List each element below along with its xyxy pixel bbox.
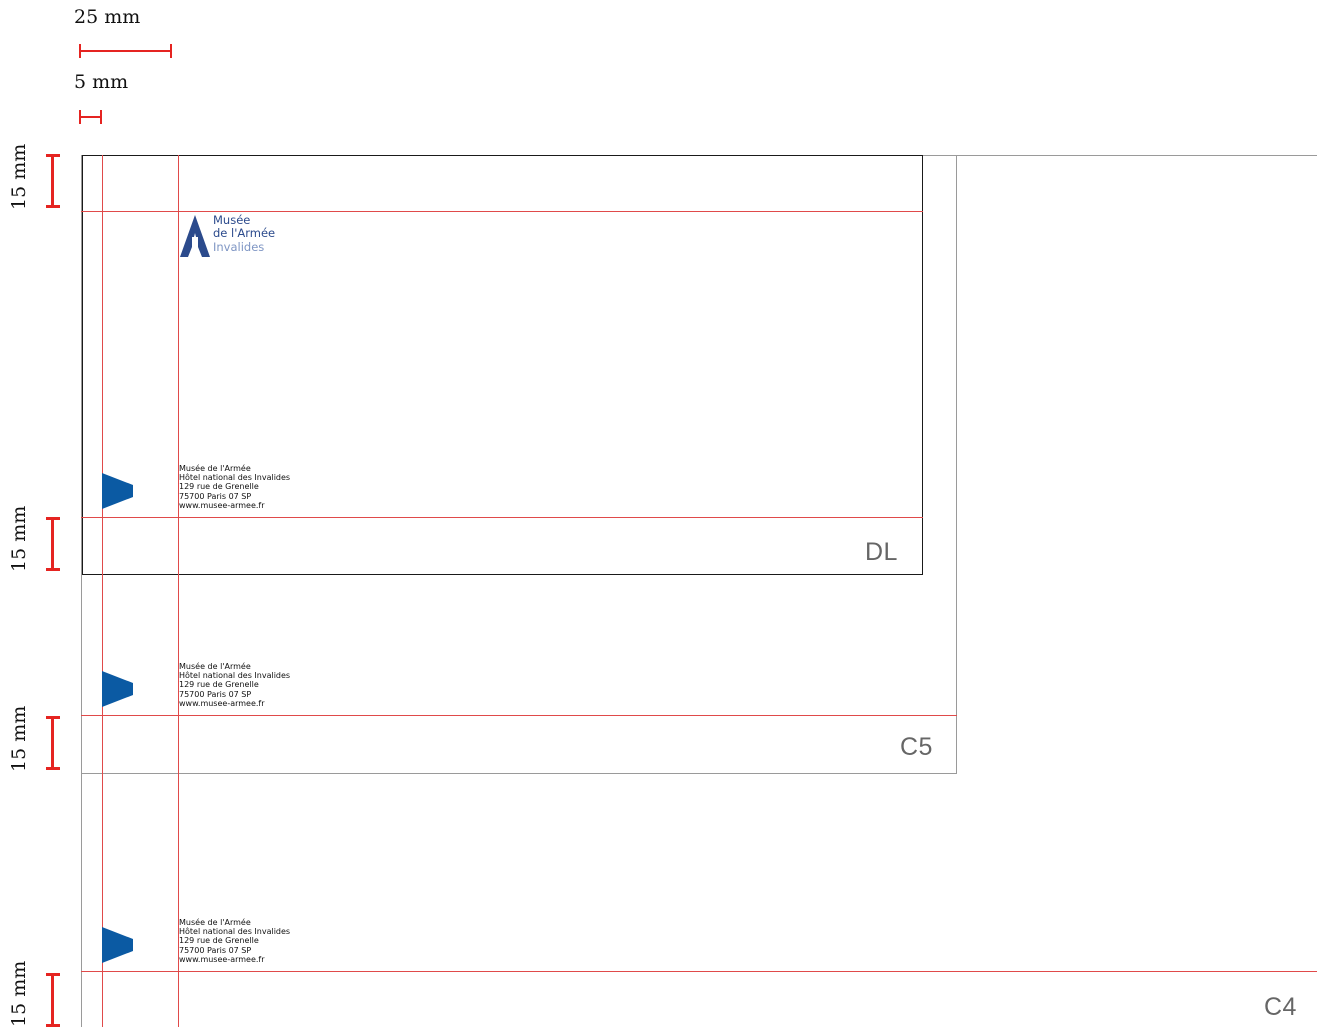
envelope-label-c4: C4 bbox=[1264, 993, 1297, 1021]
address-url: www.musee-armee.fr bbox=[179, 500, 265, 510]
guide-c5-bottom-margin bbox=[81, 715, 957, 716]
address-line: 75700 Paris 07 SP bbox=[179, 491, 252, 501]
direction-marker-dl-icon bbox=[102, 473, 133, 509]
scale-bar-5mm bbox=[79, 110, 102, 124]
margin-marker-c4 bbox=[46, 973, 62, 1027]
address-line: 75700 Paris 07 SP bbox=[179, 689, 252, 699]
scale-label-5mm: 5 mm bbox=[74, 71, 129, 93]
margin-marker-dl bbox=[46, 517, 62, 571]
address-line: Hôtel national des Invalides bbox=[179, 671, 291, 681]
scale-bar-25mm bbox=[79, 44, 172, 58]
guide-c4-bottom-margin bbox=[81, 971, 1317, 972]
address-line: 75700 Paris 07 SP bbox=[179, 945, 252, 955]
scale-label-25mm: 25 mm bbox=[74, 6, 141, 28]
address-line: 129 rue de Grenelle bbox=[179, 680, 259, 690]
guide-5mm-vertical bbox=[102, 155, 103, 1027]
address-line: Musée de l'Armée bbox=[179, 662, 251, 671]
address-block-c4: Musée de l'Armée Hôtel national des Inva… bbox=[179, 918, 290, 964]
margin-label-15mm-c4: 15 mm bbox=[8, 960, 30, 1027]
address-url: www.musee-armee.fr bbox=[179, 954, 265, 964]
logo-text-armee: de l'Armée bbox=[213, 226, 276, 240]
address-block-c5: Musée de l'Armée Hôtel national des Inva… bbox=[179, 662, 290, 708]
logo-text-musee: Musée bbox=[213, 213, 251, 227]
margin-label-15mm-top: 15 mm bbox=[8, 143, 30, 210]
address-line: 129 rue de Grenelle bbox=[179, 936, 259, 946]
margin-marker-top bbox=[46, 154, 62, 208]
margin-marker-c5 bbox=[46, 716, 62, 770]
address-line: 129 rue de Grenelle bbox=[179, 482, 259, 492]
musee-armee-logo: Musée de l'Armée Invalides bbox=[178, 211, 308, 259]
address-line: Musée de l'Armée bbox=[179, 918, 251, 927]
address-url: www.musee-armee.fr bbox=[179, 698, 265, 708]
address-block-dl: Musée de l'Armée Hôtel national des Inva… bbox=[179, 464, 290, 510]
address-line: Hôtel national des Invalides bbox=[179, 927, 291, 937]
direction-marker-c5-icon bbox=[102, 671, 133, 707]
margin-label-15mm-dl: 15 mm bbox=[8, 505, 30, 572]
address-line: Musée de l'Armée bbox=[179, 464, 251, 473]
logo-text-invalides: Invalides bbox=[213, 240, 265, 254]
margin-label-15mm-c5: 15 mm bbox=[8, 705, 30, 772]
address-line: Hôtel national des Invalides bbox=[179, 473, 291, 483]
envelope-label-c5: C5 bbox=[900, 733, 933, 761]
guide-25mm-vertical bbox=[178, 155, 179, 1027]
direction-marker-c4-icon bbox=[102, 927, 133, 963]
logo-a-icon bbox=[180, 215, 210, 257]
envelope-label-dl: DL bbox=[865, 538, 898, 566]
guide-dl-bottom-margin bbox=[81, 517, 923, 518]
